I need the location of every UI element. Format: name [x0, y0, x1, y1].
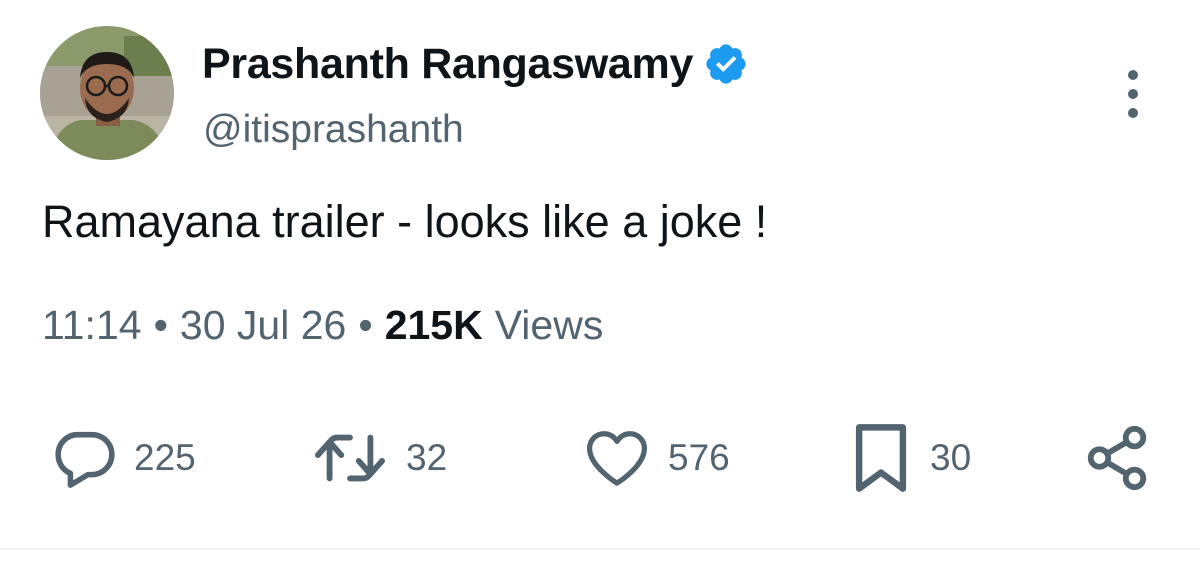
like-button[interactable]: 576 [580, 418, 730, 498]
share-icon [1087, 425, 1147, 491]
author-name-row: Prashanth Rangaswamy [202, 36, 749, 92]
tweet-time[interactable]: 11:14 [42, 302, 142, 349]
views-count[interactable]: 215K [385, 302, 483, 349]
more-dot [1128, 108, 1138, 118]
reply-button[interactable]: 225 [50, 418, 196, 498]
meta-separator: • [153, 302, 168, 348]
tweet-date[interactable]: 30 Jul 26 [180, 302, 346, 349]
heart-icon [586, 431, 648, 486]
meta-separator: • [358, 302, 373, 348]
bookmark-button[interactable]: 30 [846, 418, 971, 498]
divider [0, 548, 1200, 550]
views-label: Views [494, 302, 604, 348]
reply-count: 225 [134, 437, 196, 478]
avatar[interactable] [40, 26, 174, 160]
author-handle[interactable]: @itisprashanth [203, 108, 464, 152]
more-icon[interactable] [1118, 70, 1148, 118]
repost-count: 32 [406, 437, 448, 478]
action-bar: 225 32 576 30 [0, 418, 1200, 498]
bookmark-count: 30 [930, 437, 972, 478]
like-count: 576 [668, 437, 730, 478]
share-button[interactable] [1082, 418, 1152, 498]
repost-icon [315, 434, 386, 482]
more-dot [1128, 70, 1138, 80]
reply-icon [55, 431, 115, 488]
author-display-name[interactable]: Prashanth Rangaswamy [202, 40, 693, 89]
tweet: Prashanth Rangaswamy @itisprashanth Rama… [0, 0, 1200, 565]
more-dot [1128, 89, 1138, 99]
tweet-text: Ramayana trailer - looks like a joke ! [42, 196, 768, 247]
bookmark-icon [855, 424, 907, 492]
repost-button[interactable]: 32 [308, 418, 447, 498]
verified-badge-icon [706, 44, 746, 84]
tweet-meta: 11:14 • 30 Jul 26 • 215K Views [42, 302, 603, 349]
